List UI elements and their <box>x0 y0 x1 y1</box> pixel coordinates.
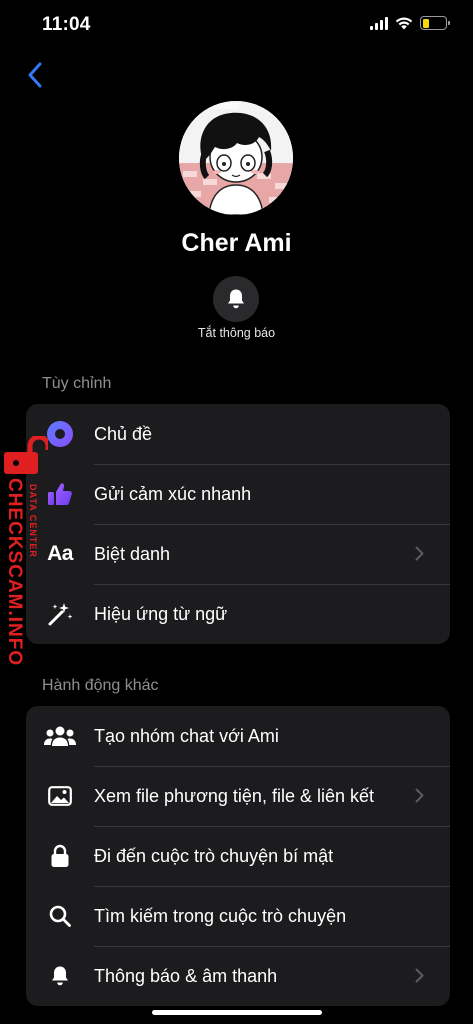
notifications-sounds-row[interactable]: Thông báo & âm thanh <box>26 946 450 1006</box>
status-time: 11:04 <box>42 14 91 35</box>
status-icons <box>370 16 450 30</box>
create-group-label: Tạo nhóm chat với Ami <box>94 725 279 746</box>
more-actions-card: Tạo nhóm chat với Ami Xem file phương ti… <box>26 706 450 1006</box>
back-button[interactable] <box>20 60 50 90</box>
home-indicator <box>152 1010 322 1015</box>
lock-icon <box>51 844 69 867</box>
theme-row[interactable]: Chủ đề <box>26 404 450 464</box>
secret-conversation-row[interactable]: Đi đến cuộc trò chuyện bí mật <box>26 826 450 886</box>
mute-label: Tắt thông báo <box>197 326 276 340</box>
nickname-label: Biệt danh <box>94 543 171 564</box>
view-media-row[interactable]: Xem file phương tiện, file & liên kết <box>26 766 450 826</box>
search-conversation-label: Tìm kiếm trong cuộc trò chuyện <box>94 905 347 926</box>
chevron-right-icon <box>415 968 424 983</box>
bell-icon <box>52 966 68 986</box>
view-media-label: Xem file phương tiện, file & liên kết <box>94 785 374 806</box>
wifi-icon <box>395 17 413 29</box>
cellular-signal-icon <box>370 16 388 30</box>
mute-notifications-button[interactable] <box>213 276 259 322</box>
chevron-left-icon <box>28 62 42 88</box>
customize-card: Chủ đề Gửi cảm xúc nhanh Aa Biệt danh Hi… <box>26 404 450 644</box>
section-title-customize: Tùy chỉnh <box>42 375 112 392</box>
notifications-sounds-label: Thông báo & âm thanh <box>94 965 278 986</box>
watermark-text: CHECKSCAM.INFO <box>4 478 25 667</box>
profile-name: Cher Ami <box>181 229 292 257</box>
bell-icon <box>228 289 244 309</box>
status-bar: 11:04 <box>0 0 473 50</box>
search-conversation-row[interactable]: Tìm kiếm trong cuộc trò chuyện <box>26 886 450 946</box>
thumbs-up-icon <box>48 483 72 505</box>
word-effects-label: Hiệu ứng từ ngữ <box>94 603 228 624</box>
watermark-subtext: DATA CENTER <box>28 484 38 558</box>
secret-conversation-label: Đi đến cuộc trò chuyện bí mật <box>94 845 334 866</box>
magic-wand-icon <box>48 603 73 626</box>
nickname-row[interactable]: Aa Biệt danh <box>26 524 450 584</box>
quick-reaction-row[interactable]: Gửi cảm xúc nhanh <box>26 464 450 524</box>
word-effects-row[interactable]: Hiệu ứng từ ngữ <box>26 584 450 644</box>
theme-label: Chủ đề <box>94 423 153 444</box>
section-title-more-actions: Hành động khác <box>42 677 159 694</box>
create-group-row[interactable]: Tạo nhóm chat với Ami <box>26 706 450 766</box>
avatar[interactable] <box>179 101 293 215</box>
quick-reaction-label: Gửi cảm xúc nhanh <box>94 483 252 504</box>
watermark-lock-icon <box>4 436 48 474</box>
theme-circle-icon <box>47 421 73 447</box>
chevron-right-icon <box>415 546 424 561</box>
group-icon <box>44 726 76 746</box>
search-icon <box>49 905 71 927</box>
chevron-right-icon <box>415 788 424 803</box>
image-icon <box>48 786 72 806</box>
battery-icon <box>420 16 450 30</box>
text-aa-icon: Aa <box>47 542 73 565</box>
